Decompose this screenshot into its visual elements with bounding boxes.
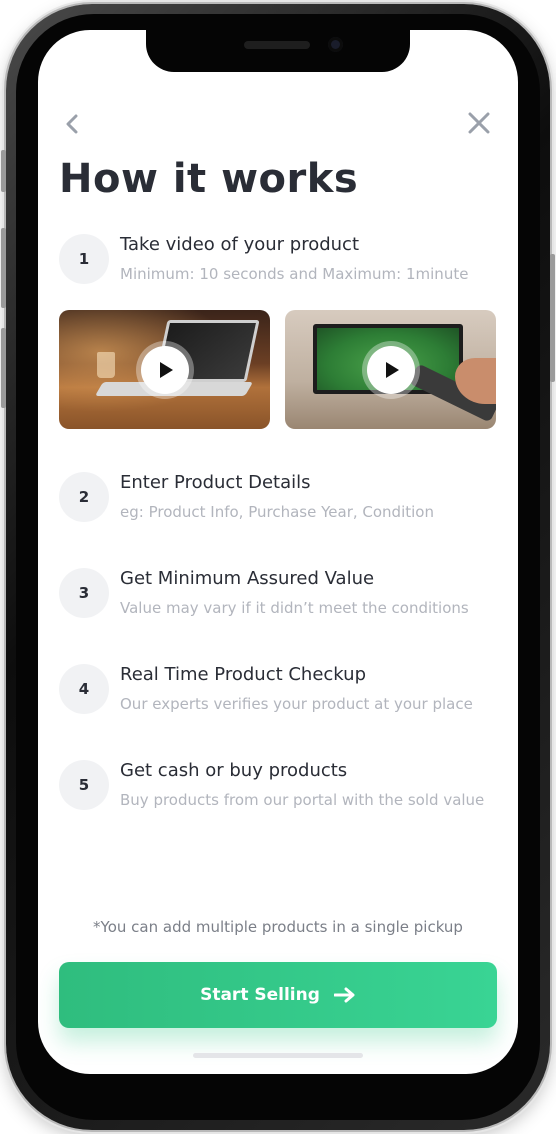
page-title: How it works [59, 156, 359, 202]
volume-down-button [1, 328, 6, 408]
step-subtitle: eg: Product Info, Purchase Year, Conditi… [120, 503, 434, 521]
chevron-left-icon [66, 114, 78, 134]
phone-screen: How it works 1 Take video of your produc… [38, 30, 518, 1074]
play-icon [160, 362, 173, 378]
step-subtitle: Minimum: 10 seconds and Maximum: 1minute [120, 265, 469, 283]
step-number-badge: 2 [59, 472, 109, 522]
step-title: Enter Product Details [120, 472, 311, 493]
step-number-badge: 3 [59, 568, 109, 618]
play-icon [386, 362, 399, 378]
pickup-note: *You can add multiple products in a sing… [93, 918, 463, 936]
step-number-badge: 5 [59, 760, 109, 810]
back-button[interactable] [60, 110, 84, 138]
arrow-right-icon [333, 987, 355, 1003]
front-camera [328, 37, 343, 52]
play-button[interactable] [367, 346, 415, 394]
video-thumbnail-laptop[interactable] [59, 310, 270, 429]
step-title: Take video of your product [120, 234, 360, 255]
glass-illustration [97, 352, 115, 378]
close-icon [468, 112, 490, 134]
step-title: Get Minimum Assured Value [120, 568, 375, 589]
play-button[interactable] [141, 346, 189, 394]
home-indicator [193, 1053, 363, 1058]
notch [146, 30, 410, 72]
step-number-badge: 1 [59, 234, 109, 284]
step-title: Get cash or buy products [120, 760, 348, 781]
step-subtitle: Buy products from our portal with the so… [120, 791, 485, 809]
mute-switch [1, 150, 6, 192]
step-number-badge: 4 [59, 664, 109, 714]
power-button [550, 254, 555, 382]
step-subtitle: Our experts verifies your product at you… [120, 695, 473, 713]
start-selling-button[interactable]: Start Selling [59, 962, 497, 1028]
video-thumbnail-tv[interactable] [285, 310, 496, 429]
step-subtitle: Value may vary if it didn’t meet the con… [120, 599, 469, 617]
speaker [244, 41, 310, 49]
start-selling-label: Start Selling [200, 985, 320, 1005]
close-button[interactable] [466, 110, 492, 136]
volume-up-button [1, 228, 6, 308]
step-title: Real Time Product Checkup [120, 664, 367, 685]
